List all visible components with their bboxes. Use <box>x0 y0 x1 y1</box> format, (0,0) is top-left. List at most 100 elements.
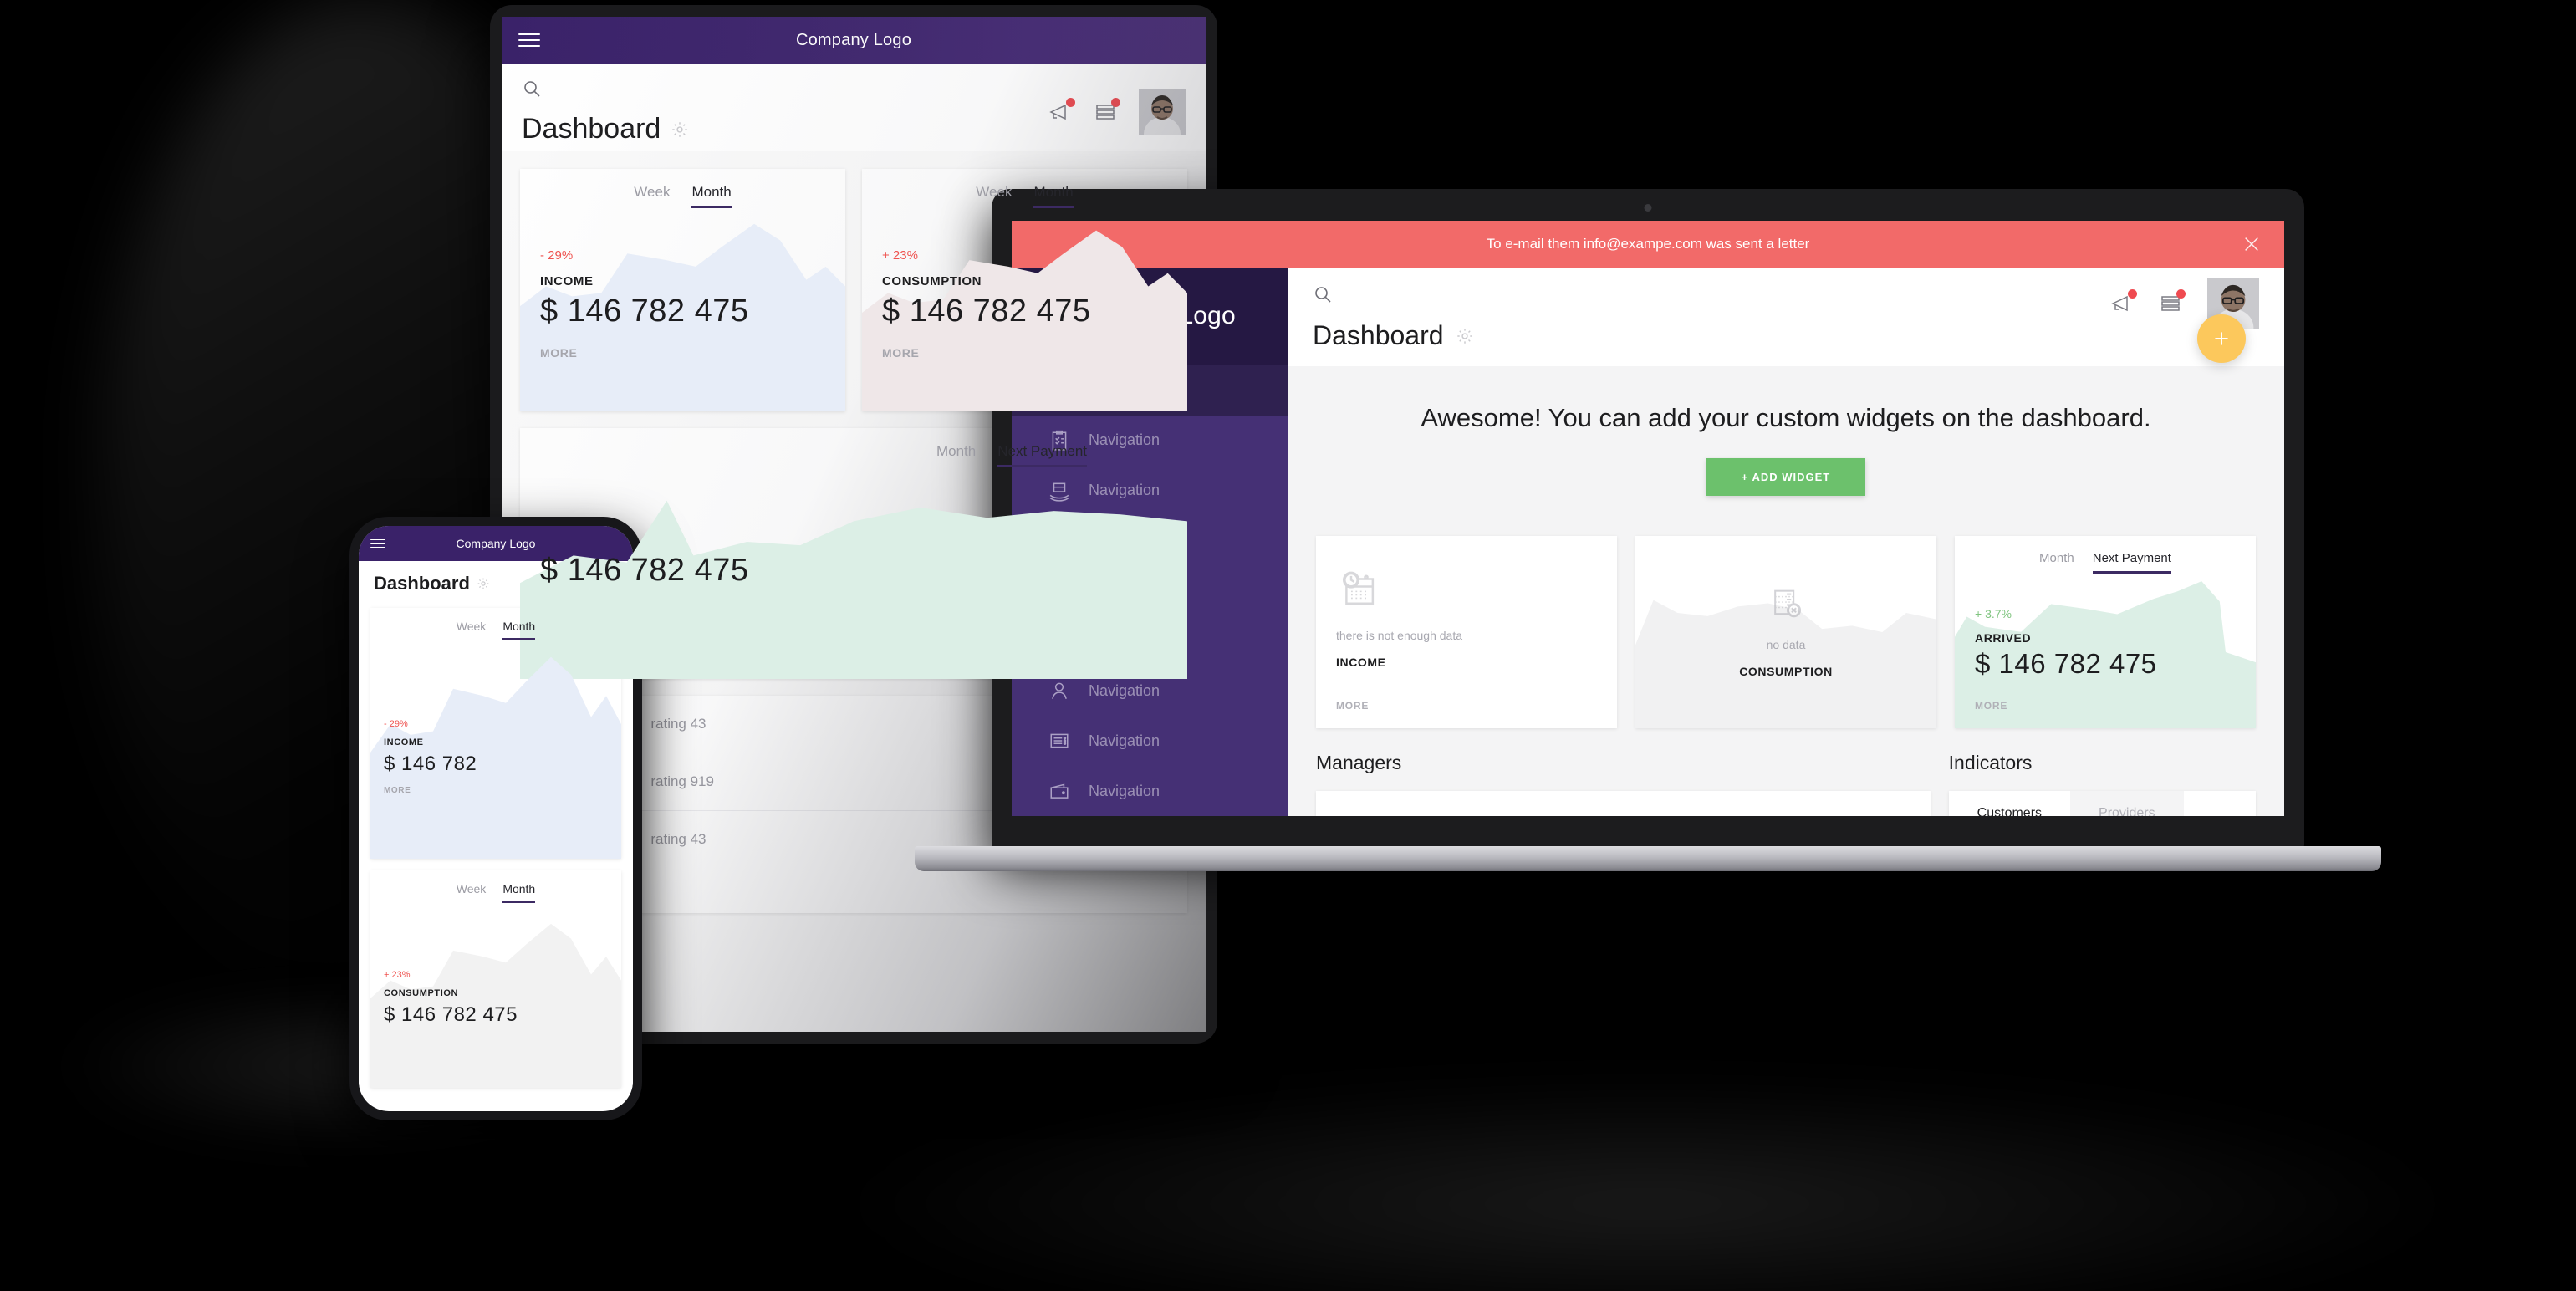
widget-next-payment[interactable]: Month Next Payment + 3.7% ARRIVED $ 146 … <box>1955 536 2256 728</box>
managers-card[interactable] <box>1316 791 1931 816</box>
sidebar-item-label: Navigation <box>1089 732 1160 749</box>
row-rating: rating 43 <box>650 716 706 732</box>
calendar-clock-icon <box>1342 571 1375 605</box>
add-widget-fab[interactable] <box>2197 314 2246 363</box>
sidebar-item-label: Navigation <box>1089 681 1160 699</box>
card-body: + 23% CONSUMPTION $ 146 782 475 MORE <box>862 248 1187 376</box>
megaphone-icon[interactable] <box>1048 98 1075 123</box>
wallet-icon <box>1050 783 1069 799</box>
row-rating: rating 919 <box>650 773 714 789</box>
tab-month[interactable]: Month <box>2039 551 2074 574</box>
metric-value: $ 146 782 475 <box>384 1003 518 1026</box>
card-tabs: Week Month <box>520 169 845 213</box>
widget-row: there is not enough data INCOME MORE no … <box>1288 504 2284 728</box>
laptop-screen: To e-mail them info@exampe.com was sent … <box>1012 221 2284 816</box>
tab-week[interactable]: Week <box>457 620 487 640</box>
floor-shadow-right <box>853 1079 2441 1291</box>
section-title: Indicators <box>1948 752 2033 773</box>
close-icon[interactable] <box>2242 235 2261 253</box>
row-rating: rating 43 <box>650 831 706 847</box>
megaphone-icon[interactable] <box>2110 289 2137 314</box>
tablet-card-row: Week Month - 29% INCOME $ 146 782 475 MO… <box>520 169 1187 411</box>
tab-next-payment[interactable]: Next Payment <box>2092 551 2171 574</box>
delta-value: - 29% <box>540 248 574 263</box>
empty-state-text: no data <box>1766 638 1806 651</box>
phone-body: Week Month - 29% INCOME $ 146 782 MORE W… <box>359 601 633 1095</box>
list-icon <box>1050 733 1069 748</box>
phone-device: Company Logo Dashboard Week Month - 29% … <box>349 517 642 1120</box>
more-link[interactable]: MORE <box>384 786 608 795</box>
more-link[interactable]: MORE <box>882 346 1167 360</box>
widget-income[interactable]: there is not enough data INCOME MORE <box>1316 536 1617 728</box>
metric-label: INCOME <box>384 737 424 748</box>
notification-dot <box>2176 289 2186 299</box>
tablet-topbar: Company Logo <box>502 17 1206 64</box>
metric-value: $ 146 782 475 <box>1975 648 2157 679</box>
tablet-header: Dashboard <box>502 64 1206 151</box>
delta-value: + 3.7% <box>1975 607 2012 620</box>
notification-dot <box>1111 98 1120 107</box>
tab-month[interactable]: Month <box>502 882 536 903</box>
widget-content: there is not enough data INCOME <box>1316 536 1617 669</box>
tab-month[interactable]: Month <box>1033 184 1074 208</box>
phone-screen: Company Logo Dashboard Week Month - 29% … <box>359 526 633 1111</box>
task-list-icon[interactable] <box>2159 289 2186 314</box>
hero-section: Awesome! You can add your custom widgets… <box>1288 366 2284 504</box>
widget-content: no data CONSUMPTION <box>1635 536 1936 728</box>
page-title: Dashboard <box>374 573 470 594</box>
metric-label: CONSUMPTION <box>384 988 459 998</box>
widget-consumption[interactable]: no data CONSUMPTION <box>1635 536 1936 728</box>
notification-dot <box>2128 289 2137 299</box>
tablet-card-consumption[interactable]: Week Month + 23% CONSUMPTION $ 146 782 4… <box>862 169 1187 411</box>
gear-icon[interactable] <box>671 120 689 139</box>
search-icon[interactable] <box>522 79 542 99</box>
user-icon <box>1052 682 1067 700</box>
laptop-device: To e-mail them info@exampe.com was sent … <box>915 189 2381 883</box>
delta-value: - 29% <box>384 719 408 729</box>
tab-week[interactable]: Week <box>457 882 487 903</box>
card-tabs: Week Month <box>370 870 621 908</box>
metric-label: CONSUMPTION <box>882 274 982 288</box>
section-indicators: Indicators Customers Providers <box>1948 752 2256 816</box>
tablet-card-income[interactable]: Week Month - 29% INCOME $ 146 782 475 MO… <box>520 169 845 411</box>
card-body: - 29% INCOME $ 146 782 475 MORE <box>520 248 845 376</box>
hamburger-icon[interactable] <box>370 538 385 549</box>
widget-tabs: Month Next Payment <box>1955 536 2256 574</box>
laptop-main: Company Logo Dashboard <box>1012 268 2284 816</box>
gear-icon[interactable] <box>1456 327 1474 345</box>
page-title: Dashboard <box>1313 320 1444 350</box>
widget-content: + 3.7% ARRIVED $ 146 782 475 <box>1955 607 2256 680</box>
hamburger-icon[interactable] <box>518 33 540 47</box>
tab-next-payment[interactable]: Next Payment <box>997 443 1087 467</box>
tab-month[interactable]: Month <box>691 184 732 208</box>
laptop-content: Dashboard Awesome! You can add your cust… <box>1288 268 2284 816</box>
tab-providers[interactable]: Providers <box>2070 791 2184 816</box>
sidebar-item-navigation-7[interactable]: Navigation <box>1012 716 1288 766</box>
laptop-base <box>915 846 2381 871</box>
task-list-icon[interactable] <box>1094 98 1120 123</box>
plus-icon <box>2215 332 2228 345</box>
tab-month[interactable]: Month <box>936 443 976 467</box>
sidebar-item-navigation-8[interactable]: Navigation <box>1012 766 1288 816</box>
tab-customers[interactable]: Customers <box>1948 791 2071 816</box>
phone-card-consumption[interactable]: Week Month + 23% CONSUMPTION $ 146 782 4… <box>370 870 621 1088</box>
tab-month[interactable]: Month <box>502 620 536 640</box>
alert-message: To e-mail them info@exampe.com was sent … <box>1486 236 1810 252</box>
empty-state-text: there is not enough data <box>1336 629 1463 642</box>
add-widget-button[interactable]: + ADD WIDGET <box>1706 458 1866 496</box>
notification-dot <box>1066 98 1075 107</box>
metric-label: INCOME <box>1336 656 1386 669</box>
more-link[interactable]: MORE <box>1336 700 1369 712</box>
sidebar-item-label: Navigation <box>1089 782 1160 799</box>
tablet-logo-title: Company Logo <box>795 30 912 49</box>
search-icon[interactable] <box>1313 284 1333 304</box>
avatar[interactable] <box>1139 89 1186 135</box>
more-link[interactable]: MORE <box>540 346 825 360</box>
gear-icon[interactable] <box>477 577 490 590</box>
tab-week[interactable]: Week <box>976 184 1012 208</box>
hero-message: Awesome! You can add your custom widgets… <box>1421 403 2151 432</box>
metric-value: $ 146 782 475 <box>882 293 1091 329</box>
tab-week[interactable]: Week <box>634 184 670 208</box>
sections-row: Managers Indicators Customers Providers <box>1288 728 2284 816</box>
more-link[interactable]: MORE <box>1975 700 2007 712</box>
